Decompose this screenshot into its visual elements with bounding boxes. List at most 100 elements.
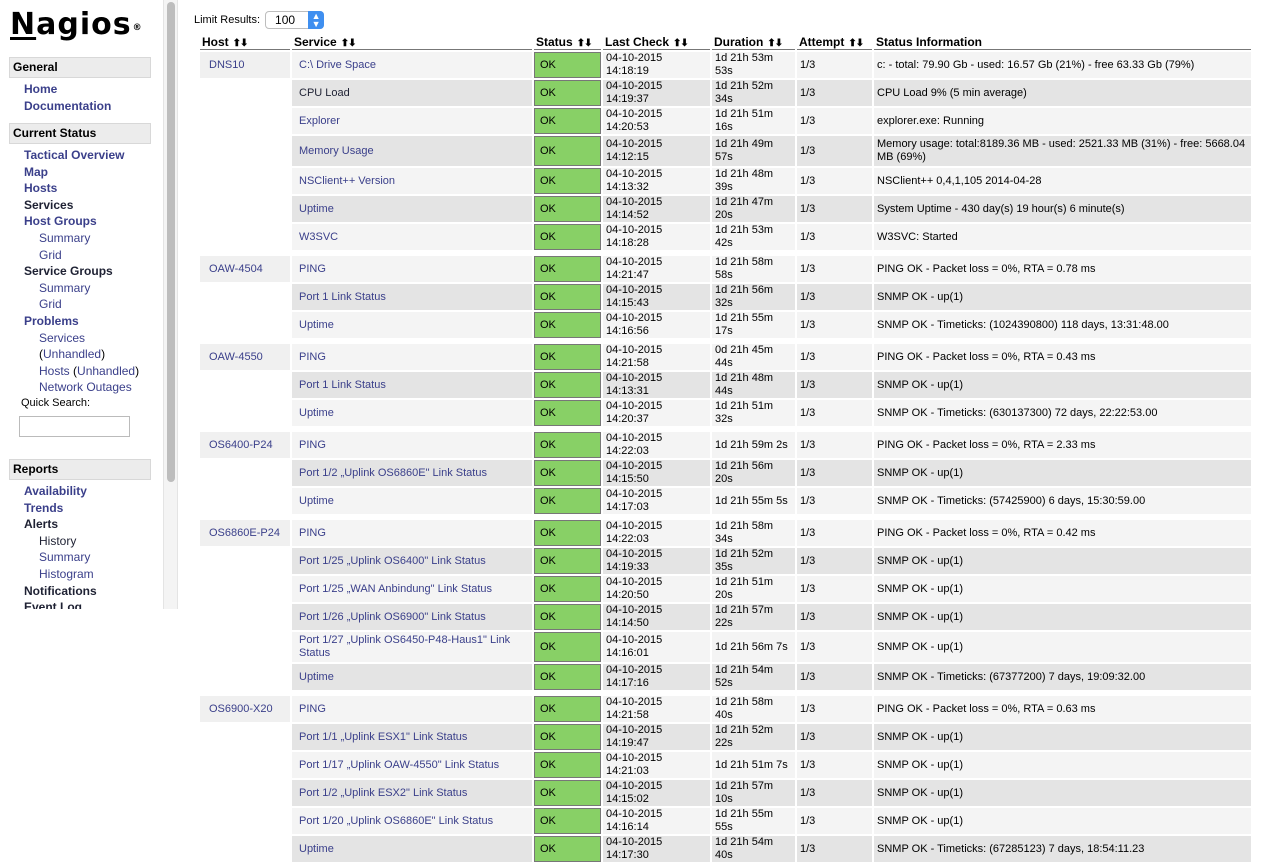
host-cell[interactable]: DNS10 xyxy=(200,52,290,78)
service-cell[interactable]: Port 1/17 „Uplink OAW-4550" Link Status xyxy=(292,752,532,778)
sort-arrows-icon[interactable]: ⬆⬇ xyxy=(673,38,689,49)
service-cell-link[interactable]: Port 1/25 „Uplink OS6400" Link Status xyxy=(299,555,486,567)
nav-link-notifications[interactable]: Notifications xyxy=(24,584,97,598)
nav-link-unhandled[interactable]: Unhandled xyxy=(43,347,101,361)
service-cell-link[interactable]: Uptime xyxy=(299,843,334,855)
service-cell[interactable]: PING xyxy=(292,520,532,546)
service-cell-link[interactable]: C:\ Drive Space xyxy=(299,59,376,71)
sidebar-scrollbar[interactable] xyxy=(163,0,178,609)
service-cell-link[interactable]: CPU Load xyxy=(299,87,350,99)
sort-arrows-icon[interactable]: ⬆⬇ xyxy=(848,38,864,49)
service-cell-link[interactable]: Port 1/17 „Uplink OAW-4550" Link Status xyxy=(299,759,499,771)
host-cell-link[interactable]: OS6400-P24 xyxy=(209,439,273,451)
service-cell-link[interactable]: Port 1/20 „Uplink OS6860E" Link Status xyxy=(299,815,493,827)
service-cell-link[interactable]: PING xyxy=(299,439,326,451)
host-cell[interactable]: OS6900-X20 xyxy=(200,696,290,722)
host-cell[interactable]: OS6400-P24 xyxy=(200,432,290,458)
service-cell[interactable]: Uptime xyxy=(292,196,532,222)
service-cell[interactable]: Uptime xyxy=(292,836,532,862)
service-cell-link[interactable]: Port 1/2 „Uplink OS6860E" Link Status xyxy=(299,467,487,479)
service-cell[interactable]: PING xyxy=(292,432,532,458)
nav-link-availability[interactable]: Availability xyxy=(24,484,87,498)
service-cell[interactable]: Explorer xyxy=(292,108,532,134)
nav-link-hosts[interactable]: Hosts xyxy=(39,364,70,378)
service-cell-link[interactable]: Port 1/27 „Uplink OS6450-P48-Haus1" Link… xyxy=(299,634,510,659)
nav-link-tactical-overview[interactable]: Tactical Overview xyxy=(24,148,125,162)
host-cell-link[interactable]: OS6900-X20 xyxy=(209,703,273,715)
nav-link-histogram[interactable]: Histogram xyxy=(39,567,94,581)
nav-link-summary[interactable]: Summary xyxy=(39,550,90,564)
nav-link-services[interactable]: Services xyxy=(39,331,85,345)
service-cell[interactable]: Uptime xyxy=(292,664,532,690)
sort-arrows-icon[interactable]: ⬆⬇ xyxy=(577,38,593,49)
service-cell[interactable]: Port 1/2 „Uplink OS6860E" Link Status xyxy=(292,460,532,486)
service-cell-link[interactable]: NSClient++ Version xyxy=(299,175,395,187)
service-cell[interactable]: Port 1 Link Status xyxy=(292,284,532,310)
nav-link-history[interactable]: History xyxy=(39,534,76,548)
service-cell[interactable]: NSClient++ Version xyxy=(292,168,532,194)
service-cell-link[interactable]: Port 1 Link Status xyxy=(299,291,386,303)
nav-link-services[interactable]: Services xyxy=(24,198,73,212)
service-cell-link[interactable]: Uptime xyxy=(299,495,334,507)
host-cell-link[interactable]: OAW-4504 xyxy=(209,263,263,275)
service-cell[interactable]: Uptime xyxy=(292,312,532,338)
service-cell-link[interactable]: Explorer xyxy=(299,115,340,127)
service-cell[interactable]: Port 1/25 „WAN Anbindung" Link Status xyxy=(292,576,532,602)
service-cell-link[interactable]: PING xyxy=(299,527,326,539)
service-cell-link[interactable]: Port 1/25 „WAN Anbindung" Link Status xyxy=(299,583,492,595)
nav-link-home[interactable]: Home xyxy=(24,82,57,96)
service-cell[interactable]: Port 1/2 „Uplink ESX2" Link Status xyxy=(292,780,532,806)
service-cell-link[interactable]: Port 1/26 „Uplink OS6900" Link Status xyxy=(299,611,486,623)
nagios-logo[interactable]: Nagios® xyxy=(10,8,143,42)
nav-link-service-groups[interactable]: Service Groups xyxy=(24,264,113,278)
service-cell[interactable]: Memory Usage xyxy=(292,136,532,166)
quick-search-input[interactable] xyxy=(19,416,130,437)
service-cell[interactable]: Uptime xyxy=(292,488,532,514)
limit-results-select[interactable]: 100 ▲ ▼ xyxy=(265,11,325,29)
service-cell-link[interactable]: Port 1 Link Status xyxy=(299,379,386,391)
service-cell[interactable]: Uptime xyxy=(292,400,532,426)
service-cell-link[interactable]: Port 1/1 „Uplink ESX1" Link Status xyxy=(299,731,467,743)
service-cell[interactable]: Port 1/25 „Uplink OS6400" Link Status xyxy=(292,548,532,574)
service-cell-link[interactable]: Memory Usage xyxy=(299,145,374,157)
service-cell-link[interactable]: W3SVC xyxy=(299,231,338,243)
nav-link-map[interactable]: Map xyxy=(24,165,48,179)
service-cell-link[interactable]: Uptime xyxy=(299,407,334,419)
host-cell-link[interactable]: OAW-4550 xyxy=(209,351,263,363)
service-cell[interactable]: C:\ Drive Space xyxy=(292,52,532,78)
nav-link-network-outages[interactable]: Network Outages xyxy=(39,380,132,394)
service-cell[interactable]: Port 1/1 „Uplink ESX1" Link Status xyxy=(292,724,532,750)
service-cell[interactable]: W3SVC xyxy=(292,224,532,250)
service-cell-link[interactable]: PING xyxy=(299,351,326,363)
nav-link-host-groups[interactable]: Host Groups xyxy=(24,214,97,228)
service-cell[interactable]: Port 1/27 „Uplink OS6450-P48-Haus1" Link… xyxy=(292,632,532,662)
nav-link-hosts[interactable]: Hosts xyxy=(24,181,57,195)
host-cell[interactable]: OAW-4504 xyxy=(200,256,290,282)
service-cell[interactable]: PING xyxy=(292,256,532,282)
service-cell-link[interactable]: PING xyxy=(299,263,326,275)
service-cell[interactable]: PING xyxy=(292,696,532,722)
service-cell[interactable]: CPU Load xyxy=(292,80,532,106)
host-cell[interactable]: OS6860E-P24 xyxy=(200,520,290,546)
host-cell[interactable]: OAW-4550 xyxy=(200,344,290,370)
sort-arrows-icon[interactable]: ⬆⬇ xyxy=(767,38,783,49)
service-cell-link[interactable]: Port 1/2 „Uplink ESX2" Link Status xyxy=(299,787,467,799)
host-cell-link[interactable]: OS6860E-P24 xyxy=(209,527,280,539)
nav-link-summary[interactable]: Summary xyxy=(39,231,90,245)
nav-link-grid[interactable]: Grid xyxy=(39,248,62,262)
service-cell-link[interactable]: Uptime xyxy=(299,319,334,331)
service-cell[interactable]: Port 1 Link Status xyxy=(292,372,532,398)
nav-link-trends[interactable]: Trends xyxy=(24,501,63,515)
service-cell-link[interactable]: PING xyxy=(299,703,326,715)
nav-link-unhandled[interactable]: Unhandled xyxy=(77,364,135,378)
service-cell[interactable]: Port 1/26 „Uplink OS6900" Link Status xyxy=(292,604,532,630)
host-cell-link[interactable]: DNS10 xyxy=(209,59,244,71)
nav-link-problems[interactable]: Problems xyxy=(24,314,79,328)
nav-link-event-log[interactable]: Event Log xyxy=(24,600,82,609)
scrollbar-thumb[interactable] xyxy=(167,2,175,482)
nav-link-documentation[interactable]: Documentation xyxy=(24,99,111,113)
service-cell-link[interactable]: Uptime xyxy=(299,671,334,683)
service-cell[interactable]: Port 1/20 „Uplink OS6860E" Link Status xyxy=(292,808,532,834)
nav-link-alerts[interactable]: Alerts xyxy=(24,517,58,531)
service-cell-link[interactable]: Uptime xyxy=(299,203,334,215)
